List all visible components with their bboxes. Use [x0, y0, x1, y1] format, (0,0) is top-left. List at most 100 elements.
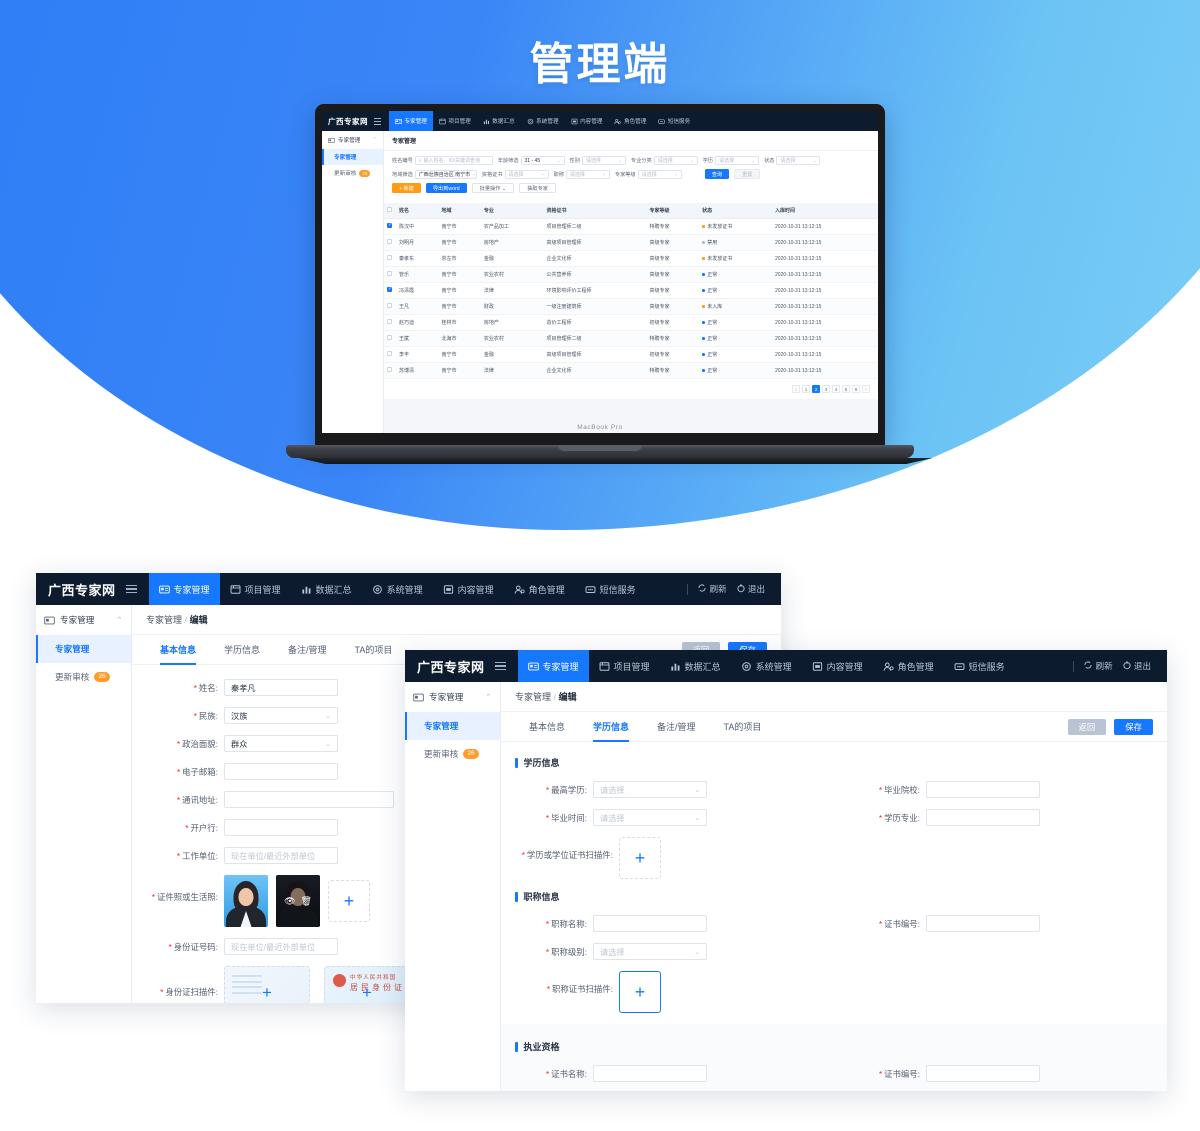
field-select[interactable]: 汉族 ⌄	[224, 707, 338, 724]
field-input[interactable]	[224, 819, 338, 836]
menu-collapse-icon[interactable]	[125, 584, 137, 595]
save-button[interactable]: 保存	[1114, 718, 1153, 735]
tab-3[interactable]: 备注/管理	[274, 635, 341, 665]
table-row[interactable]: 冯清霞南宁市法律环境影响评价工程师高级专家 正常 2020-10-31 13:12:…	[384, 282, 878, 299]
filter-select[interactable]: 请选择 ⌄	[504, 169, 549, 179]
brand-logo[interactable]: 广西专家网	[48, 580, 116, 599]
field-select[interactable]: 群众 ⌄	[224, 735, 338, 752]
breadcrumb-parent[interactable]: 专家管理	[515, 692, 551, 702]
nav-item-5[interactable]: 内容管理	[802, 650, 873, 682]
row-checkbox-cell[interactable]	[384, 314, 396, 331]
sidebar-item-1[interactable]: 专家管理	[405, 712, 500, 740]
nav-item-4[interactable]: 系统管理	[521, 111, 565, 131]
table-row[interactable]: 陈汉中南宁市农产品加工项目管理师二级特聘专家 未发放证书 2020-10-31 13…	[384, 218, 878, 235]
field-input[interactable]	[224, 763, 338, 780]
logout-button[interactable]: 退出	[1122, 660, 1151, 672]
nav-item-7[interactable]: 短信服务	[652, 111, 696, 131]
table-row[interactable]: 秦孝东 崇左市 金融 企业文化师 高级专家 未发放证书 2020-10-31 13:12:1…	[384, 250, 878, 267]
nav-item-2[interactable]: 项目管理	[589, 650, 660, 682]
action-button-2[interactable]: 导出到word	[425, 183, 467, 193]
filter-select[interactable]: 请选择 ⌄	[776, 156, 821, 165]
menu-collapse-icon[interactable]	[494, 661, 506, 672]
id-number-input[interactable]: 现在单位/最近外部单位	[224, 938, 338, 955]
row-checkbox[interactable]	[387, 303, 392, 308]
nav-item-2[interactable]: 项目管理	[433, 111, 477, 131]
nav-item-7[interactable]: 短信服务	[944, 650, 1015, 682]
refresh-button[interactable]: 刷新	[1083, 660, 1113, 672]
pagination-button[interactable]: 6	[852, 385, 860, 393]
row-checkbox[interactable]	[387, 367, 392, 372]
row-checkbox-cell[interactable]	[384, 266, 396, 283]
row-checkbox-cell[interactable]	[384, 346, 396, 363]
action-button-4[interactable]: 抽取专家	[519, 183, 556, 193]
field-input[interactable]	[926, 1065, 1040, 1082]
field-input[interactable]	[593, 1065, 707, 1082]
action-button-1[interactable]: + 新建	[392, 183, 421, 193]
nav-item-1[interactable]: 专家管理	[148, 573, 220, 605]
tab-3[interactable]: 备注/管理	[643, 712, 710, 742]
nav-item-3[interactable]: 数据汇总	[660, 650, 731, 682]
nav-item-3[interactable]: 数据汇总	[291, 573, 362, 605]
pagination-button[interactable]: 5	[842, 385, 850, 393]
logout-button[interactable]: 退出	[736, 583, 765, 595]
row-checkbox[interactable]	[387, 286, 392, 292]
table-row[interactable]: 李丰 南宁市 金融 高级项目管理师 初级专家 正常 2020-10-31 13:12:15	[384, 346, 878, 363]
table-row[interactable]: 王斌 北海市 农业农村 项目管理师二级 特聘专家 正常 2020-10-31 13:12:1…	[384, 330, 878, 347]
field-input[interactable]	[593, 915, 707, 932]
filter-select[interactable]: 请选择 ⌄	[653, 156, 698, 165]
field-input[interactable]	[926, 781, 1040, 798]
row-checkbox[interactable]	[387, 319, 392, 324]
table-row[interactable]: 赵巧迪 桂林市 房地产 造价工程师 初级专家 正常 2020-10-31 13:12:15	[384, 314, 878, 331]
field-select[interactable]: 请选择 ⌄	[593, 809, 707, 826]
nav-item-6[interactable]: 角色管理	[608, 111, 652, 131]
sidebar-item-2[interactable]: 更新审核 26	[36, 663, 131, 691]
select-all-checkbox[interactable]	[387, 207, 392, 212]
pagination-button[interactable]: 4	[832, 385, 840, 393]
eye-icon[interactable]: 👁	[284, 896, 295, 907]
filter-select[interactable]: 31 - 45 ⌄	[520, 156, 565, 165]
sidebar-item-1[interactable]: 专家管理	[322, 149, 383, 165]
brand-logo[interactable]: 广西专家网	[417, 657, 485, 676]
field-input[interactable]: 现在单位/最近外部单位	[224, 847, 338, 864]
table-row[interactable]: 管乐 南宁市 农业农村 公共营养师 高级专家 正常 2020-10-31 13:12:15	[384, 266, 878, 283]
row-checkbox-cell[interactable]	[384, 234, 396, 251]
photo-thumb-2[interactable]: 👁 🗑	[276, 875, 320, 927]
brand-logo[interactable]: 广西专家网	[328, 116, 368, 127]
field-select[interactable]: 请选择 ⌄	[593, 781, 707, 798]
id-scan-front[interactable]: + 点击传身份证正面	[224, 966, 310, 1003]
photo-upload-button[interactable]: +	[328, 880, 370, 922]
upload-button[interactable]: +	[619, 971, 661, 1013]
row-checkbox-cell[interactable]	[384, 282, 396, 299]
table-row[interactable]: 王凡 南宁市 财政 一级注册建筑师 高级专家 未入库 2020-10-31 13:12:15	[384, 298, 878, 315]
tab-1[interactable]: 基本信息	[515, 712, 579, 742]
search-button[interactable]: 查询	[704, 169, 730, 179]
filter-select[interactable]: 请选择 ⌄	[565, 169, 610, 179]
tab-1[interactable]: 基本信息	[146, 635, 210, 665]
field-input[interactable]: 秦孝凡	[224, 679, 338, 696]
pagination-button[interactable]: ‹	[792, 385, 800, 393]
sidebar-group-expert[interactable]: 专家管理 ⌃	[322, 131, 383, 149]
reset-button[interactable]: 重置	[734, 169, 761, 179]
filter-select[interactable]: 请选择 ⌄	[581, 156, 626, 165]
sidebar-group-expert[interactable]: 专家管理 ⌃	[36, 605, 131, 635]
pagination-button[interactable]: ›	[862, 385, 870, 393]
filter-select[interactable]: 请选择 ⌄	[637, 169, 682, 179]
tab-2[interactable]: 学历信息	[210, 635, 274, 665]
sidebar-item-2[interactable]: 更新审核 26	[322, 165, 383, 181]
row-checkbox[interactable]	[387, 271, 392, 276]
tab-4[interactable]: TA的项目	[710, 712, 776, 742]
nav-item-1[interactable]: 专家管理	[517, 650, 589, 682]
pagination-button[interactable]: 3	[822, 385, 830, 393]
field-input[interactable]	[926, 915, 1040, 932]
trash-icon[interactable]: 🗑	[301, 896, 312, 907]
filter-select[interactable]: 请选择 ⌄	[715, 156, 760, 165]
row-checkbox-cell[interactable]	[384, 218, 396, 235]
row-checkbox-cell[interactable]	[384, 330, 396, 347]
tab-4[interactable]: TA的项目	[341, 635, 407, 665]
upload-button[interactable]: +	[619, 837, 661, 879]
nav-item-5[interactable]: 内容管理	[433, 573, 504, 605]
id-scan-back[interactable]: 中华人民共和国 居民身份证 签发机关 有效期限 + 点击传身份证反面	[324, 966, 410, 1003]
pagination-button[interactable]: 2	[812, 385, 820, 393]
breadcrumb-parent[interactable]: 专家管理	[146, 615, 182, 625]
nav-item-3[interactable]: 数据汇总	[477, 111, 521, 131]
